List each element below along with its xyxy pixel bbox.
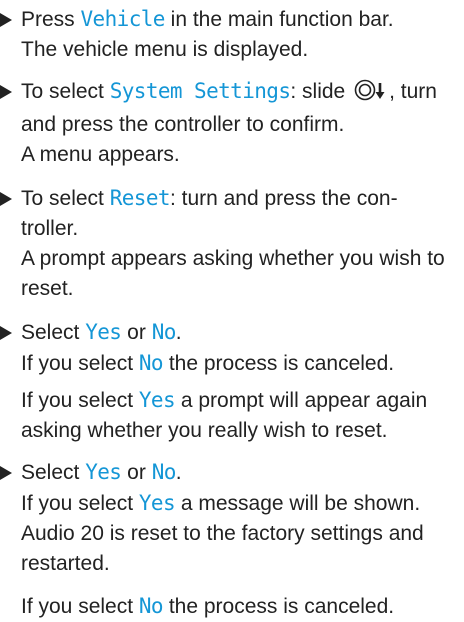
ui-term-reset: Reset	[109, 186, 171, 210]
step-4: Select Yes or No. If you select No the p…	[0, 317, 454, 446]
text-fragment: in the main function bar.	[164, 8, 394, 31]
text-fragment: .	[175, 321, 182, 344]
ui-term-system-settings: System Settings	[109, 79, 291, 103]
step-4-result-yes: If you select Yes a prompt will appear a…	[21, 385, 454, 446]
controller-slide-down-icon	[354, 79, 388, 110]
step-5: Select Yes or No. If you select Yes a me…	[0, 457, 454, 579]
instruction-document: Press Vehicle in the main function bar. …	[0, 0, 464, 622]
step-2-text: To select System Settings: slide , turn …	[21, 79, 437, 136]
ui-term-no: No	[151, 460, 177, 484]
step-1-text: Press Vehicle in the main function bar.	[21, 7, 394, 31]
text-fragment: If you select	[21, 352, 139, 375]
text-fragment: .	[175, 461, 182, 484]
text-fragment: Press	[21, 8, 81, 31]
bullet-arrow-icon	[0, 192, 12, 206]
bullet-arrow-icon	[0, 85, 12, 99]
ui-term-yes: Yes	[85, 320, 122, 344]
step-3-result: A prompt appears asking whether you wish…	[21, 247, 445, 300]
ui-term-yes: Yes	[138, 388, 176, 412]
text-fragment: If you select	[21, 389, 139, 412]
text-fragment: or	[121, 321, 152, 344]
text-fragment: or	[121, 461, 152, 484]
step-3-text: To select Reset: turn and press the con-…	[21, 186, 398, 240]
ui-term-yes: Yes	[138, 491, 176, 515]
text-fragment: If you select	[21, 595, 139, 618]
text-fragment: If you select	[21, 492, 139, 515]
step-2: To select System Settings: slide , turn …	[0, 76, 454, 170]
step-5-text: Select Yes or No.	[21, 460, 182, 484]
step-2-result: A menu appears.	[21, 143, 180, 166]
bullet-arrow-icon	[0, 466, 12, 480]
ui-term-no: No	[151, 320, 177, 344]
step-4-result-no: If you select No the process is canceled…	[21, 348, 454, 379]
ui-term-vehicle: Vehicle	[80, 7, 166, 31]
bullet-arrow-icon	[0, 326, 12, 340]
bullet-arrow-icon	[0, 13, 12, 27]
text-fragment: To select	[21, 187, 110, 210]
text-fragment: Select	[21, 321, 86, 344]
text-fragment: Select	[21, 461, 86, 484]
text-fragment: the process is canceled.	[162, 595, 395, 618]
step-4-text: Select Yes or No.	[21, 320, 182, 344]
step-1-result: The vehicle menu is displayed.	[21, 38, 309, 61]
ui-term-no: No	[138, 351, 164, 375]
ui-term-yes: Yes	[85, 460, 122, 484]
text-fragment: : slide	[290, 80, 352, 103]
step-3: To select Reset: turn and press the con-…	[0, 183, 454, 304]
text-fragment: To select	[21, 80, 110, 103]
step-5-result-yes: If you select Yes a message will be show…	[21, 488, 454, 579]
ui-term-no: No	[138, 594, 164, 618]
final-note: If you select No the process is canceled…	[0, 591, 454, 622]
text-fragment: the process is canceled.	[162, 352, 395, 375]
step-1: Press Vehicle in the main function bar. …	[0, 4, 454, 65]
